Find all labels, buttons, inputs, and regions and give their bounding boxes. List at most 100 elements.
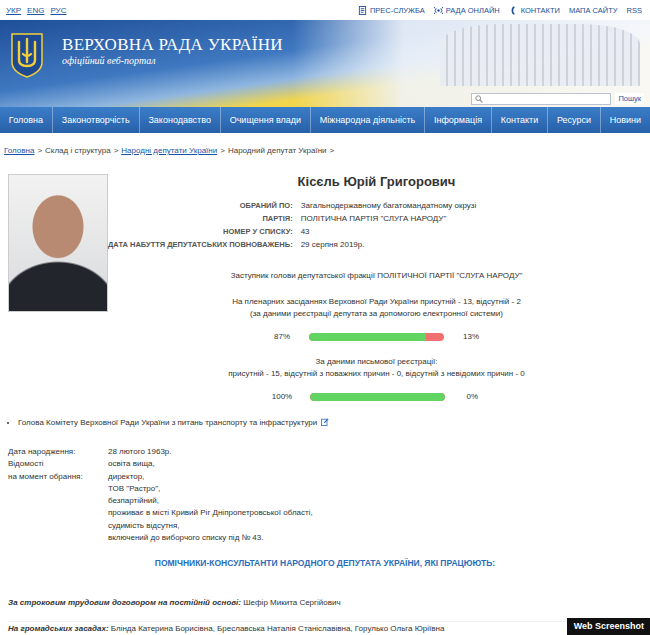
assistant-names: Бліндa Катерина Борисівна, Бреславська Н… — [111, 624, 445, 633]
deputy-role: Заступник голови депутатської фракції ПО… — [231, 270, 523, 281]
parliament-building-image — [440, 24, 640, 86]
assistant-group: За строковим трудовим договором на пості… — [8, 597, 650, 609]
attendance-line: На пленарних засіданнях Верховної Ради У… — [232, 296, 521, 308]
attendance-bar-row: 87% 13% — [273, 332, 480, 341]
top-link-label[interactable]: РАДА ОНЛАЙН — [446, 6, 500, 15]
detail-values: освіта вища,директор,ТОВ "Растро",безпар… — [108, 458, 650, 544]
committee-list: Голова Комітету Верховної Ради України з… — [0, 417, 650, 428]
deputy-details: Дата народження:28 лютого 1963р.Відомост… — [8, 446, 650, 544]
magnifier-icon — [475, 95, 483, 103]
site-header: ВЕРХОВНА РАДА УКРАЇНИофіційний веб-порта… — [0, 20, 650, 107]
detail-value: ТОВ "Растро", — [108, 483, 650, 495]
attendance-text: На пленарних засіданнях Верховної Ради У… — [232, 296, 521, 320]
absent-percent: 0% — [463, 392, 481, 401]
field-value: ПОЛІТИЧНА ПАРТІЯ "СЛУГА НАРОДУ" — [301, 213, 645, 224]
nav-item[interactable]: Новини — [601, 107, 650, 133]
breadcrumb-separator: > — [114, 145, 119, 156]
breadcrumb-separator: > — [37, 145, 42, 156]
breadcrumb-item: Склад і структура — [45, 145, 111, 156]
site-subtitle: офіційний веб-портал — [62, 54, 283, 67]
language-link[interactable]: РУС — [50, 6, 66, 15]
detail-value: включений до виборчого списку під № 43. — [108, 532, 650, 544]
site-title-text[interactable]: ВЕРХОВНА РАДА УКРАЇНИ — [62, 35, 283, 54]
header-row: ВЕРХОВНА РАДА УКРАЇНИофіційний веб-порта… — [0, 20, 650, 90]
committee-item: Голова Комітету Верховної Ради України з… — [18, 417, 650, 428]
nav-item[interactable]: Інформація — [425, 107, 492, 133]
breadcrumb-item[interactable]: Народні депутати України — [121, 145, 217, 156]
attendance-line: За даними письмової реєстрації: — [228, 356, 525, 368]
breadcrumb-item[interactable]: Головна — [4, 145, 34, 156]
breadcrumb: Головна>Склад і структура>Народні депута… — [4, 145, 650, 156]
attendance-fill — [310, 393, 445, 401]
assistant-group-label: На громадських засадах: — [8, 624, 109, 633]
top-link-label[interactable]: ПРЕС-СЛУЖБА — [370, 6, 425, 15]
nav-item[interactable]: Ресурси — [548, 107, 601, 133]
top-link[interactable]: КОНТАКТИ — [509, 6, 560, 15]
nav-item[interactable]: Очищення влади — [221, 107, 311, 133]
nav-item[interactable]: Головна — [0, 107, 53, 133]
field-label: НОМЕР У СПИСКУ: — [108, 226, 293, 237]
nav-item[interactable]: Законотворчість — [53, 107, 140, 133]
trident-icon[interactable] — [10, 32, 44, 78]
attendance-track — [309, 333, 444, 341]
present-percent: 100% — [272, 392, 292, 401]
assistant-group-label: За строковим трудовим договором на пості… — [8, 598, 241, 607]
top-link-label[interactable]: RSS — [627, 6, 642, 15]
deputy-profile: Кісєль Юрій Григорович ОБРАНИЙ ПО: Загальн… — [0, 174, 650, 401]
press-icon — [358, 6, 367, 15]
edit-icon[interactable] — [321, 418, 329, 426]
detail-label-line: на момент обрання: — [8, 471, 108, 483]
committee-name[interactable]: Голова Комітету Верховної Ради України з… — [18, 418, 317, 427]
top-link-label[interactable]: КОНТАКТИ — [521, 6, 560, 15]
present-percent: 87% — [273, 332, 291, 341]
absent-percent: 13% — [462, 332, 480, 341]
attendance-fill — [309, 333, 426, 341]
top-link[interactable]: RSS — [627, 6, 642, 15]
attendance-line: присутній - 15, відсутній з поважних при… — [228, 368, 525, 380]
deputy-photo — [8, 174, 108, 312]
site-title: ВЕРХОВНА РАДА УКРАЇНИофіційний веб-порта… — [62, 35, 283, 67]
detail-value: проживає в місті Кривий Ріг Дніпропетров… — [108, 507, 650, 519]
field-value: 43 — [301, 226, 645, 237]
attendance-text: За даними письмової реєстрації:присутній… — [228, 356, 525, 380]
breadcrumb-separator: > — [220, 145, 225, 156]
nav-item[interactable]: Контакти — [492, 107, 548, 133]
assistants: За строковим трудовим договором на пості… — [8, 597, 650, 635]
detail-value: безпартійний, — [108, 495, 650, 507]
top-link[interactable]: МАПА САЙТУ — [569, 6, 618, 15]
top-links: ПРЕС-СЛУЖБА РАДА ОНЛАЙН КОНТАКТИ МАПА САЙТУ… — [358, 6, 642, 15]
detail-label-line: Дата народження: — [8, 446, 108, 458]
detail-value: 28 лютого 1963р. — [108, 446, 650, 458]
top-link-label[interactable]: МАПА САЙТУ — [569, 6, 618, 15]
deputy-info: Кісєль Юрій Григорович ОБРАНИЙ ПО: Загальн… — [108, 174, 650, 401]
field-label: ОБРАНИЙ ПО: — [108, 200, 293, 211]
field-label: ПАРТІЯ: — [108, 213, 293, 224]
broadcast-icon — [434, 6, 443, 15]
language-link[interactable]: ENG — [27, 6, 44, 15]
assistants-heading: ПОМІЧНИКИ-КОНСУЛЬТАНТИ НАРОДНОГО ДЕПУТАТ… — [0, 558, 650, 569]
deputy-fields: ОБРАНИЙ ПО: Загальнодержавному багатоманд… — [108, 200, 645, 250]
nav-item[interactable]: Законодавство — [140, 107, 221, 133]
search-button[interactable]: Пошук — [615, 93, 644, 104]
main-nav: ГоловнаЗаконотворчістьЗаконодавствоОчище… — [0, 107, 650, 133]
field-value: 29 серпня 2019р. — [301, 239, 645, 250]
search-input[interactable] — [483, 95, 610, 102]
detail-label: Відомостіна момент обрання: — [8, 458, 108, 544]
language-link[interactable]: УКР — [6, 6, 21, 15]
breadcrumb-separator: > — [330, 145, 335, 156]
top-bar: УКР ENG РУС ПРЕС-СЛУЖБА РАДА ОНЛАЙН КОНТАКТИ М… — [0, 0, 650, 20]
detail-value: судимість відсутня, — [108, 520, 650, 532]
language-switcher: УКР ENG РУС — [6, 6, 66, 15]
detail-value: освіта вища, — [108, 458, 650, 470]
search-row: Пошук — [0, 90, 650, 107]
deputy-name: Кісєль Юрій Григорович — [298, 174, 456, 190]
watermark-badge: Web Screenshot — [567, 618, 650, 635]
top-link[interactable]: ПРЕС-СЛУЖБА — [358, 6, 425, 15]
detail-values: 28 лютого 1963р. — [108, 446, 650, 458]
field-value: Загальнодержавному багатомандатному окру… — [301, 200, 645, 211]
nav-item[interactable]: Міжнародна діяльність — [311, 107, 425, 133]
top-link[interactable]: РАДА ОНЛАЙН — [434, 6, 500, 15]
detail-value: директор, — [108, 471, 650, 483]
assistant-names: Шефір Микита Сергійович — [243, 598, 340, 607]
breadcrumb-item: Народний депутат України — [228, 145, 327, 156]
